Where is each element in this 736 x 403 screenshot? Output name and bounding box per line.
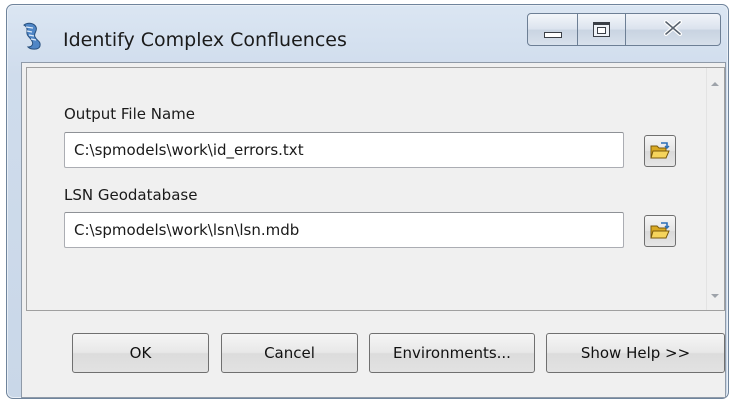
lsn-geodatabase-label: LSN Geodatabase: [64, 186, 198, 204]
vertical-scrollbar[interactable]: [706, 68, 724, 310]
scroll-down-icon[interactable]: [711, 294, 719, 298]
output-file-label: Output File Name: [64, 105, 195, 123]
ok-button[interactable]: OK: [72, 333, 209, 373]
minimize-icon: [543, 31, 562, 38]
output-file-field[interactable]: C:\spmodels\work\id_errors.txt: [64, 132, 624, 168]
show-help-button[interactable]: Show Help >>: [546, 333, 725, 373]
scroll-up-icon[interactable]: [711, 82, 719, 86]
close-button[interactable]: [625, 13, 721, 46]
browse-output-button[interactable]: [644, 135, 676, 167]
parameters-panel: Output File Name C:\spmodels\work\id_err…: [26, 67, 725, 311]
dialog-window: Identify Complex Confluences Output File…: [6, 4, 729, 399]
close-icon: [663, 19, 683, 40]
minimize-button[interactable]: [527, 13, 578, 46]
window-title: Identify Complex Confluences: [63, 29, 347, 51]
script-tool-icon: [19, 21, 45, 51]
maximize-icon: [593, 22, 610, 37]
maximize-button[interactable]: [577, 13, 626, 46]
lsn-geodatabase-field[interactable]: C:\spmodels\work\lsn\lsn.mdb: [64, 212, 624, 248]
environments-button[interactable]: Environments...: [369, 333, 535, 373]
cancel-button[interactable]: Cancel: [221, 333, 358, 373]
browse-lsn-button[interactable]: [644, 215, 676, 247]
dialog-body: Output File Name C:\spmodels\work\id_err…: [21, 62, 726, 398]
